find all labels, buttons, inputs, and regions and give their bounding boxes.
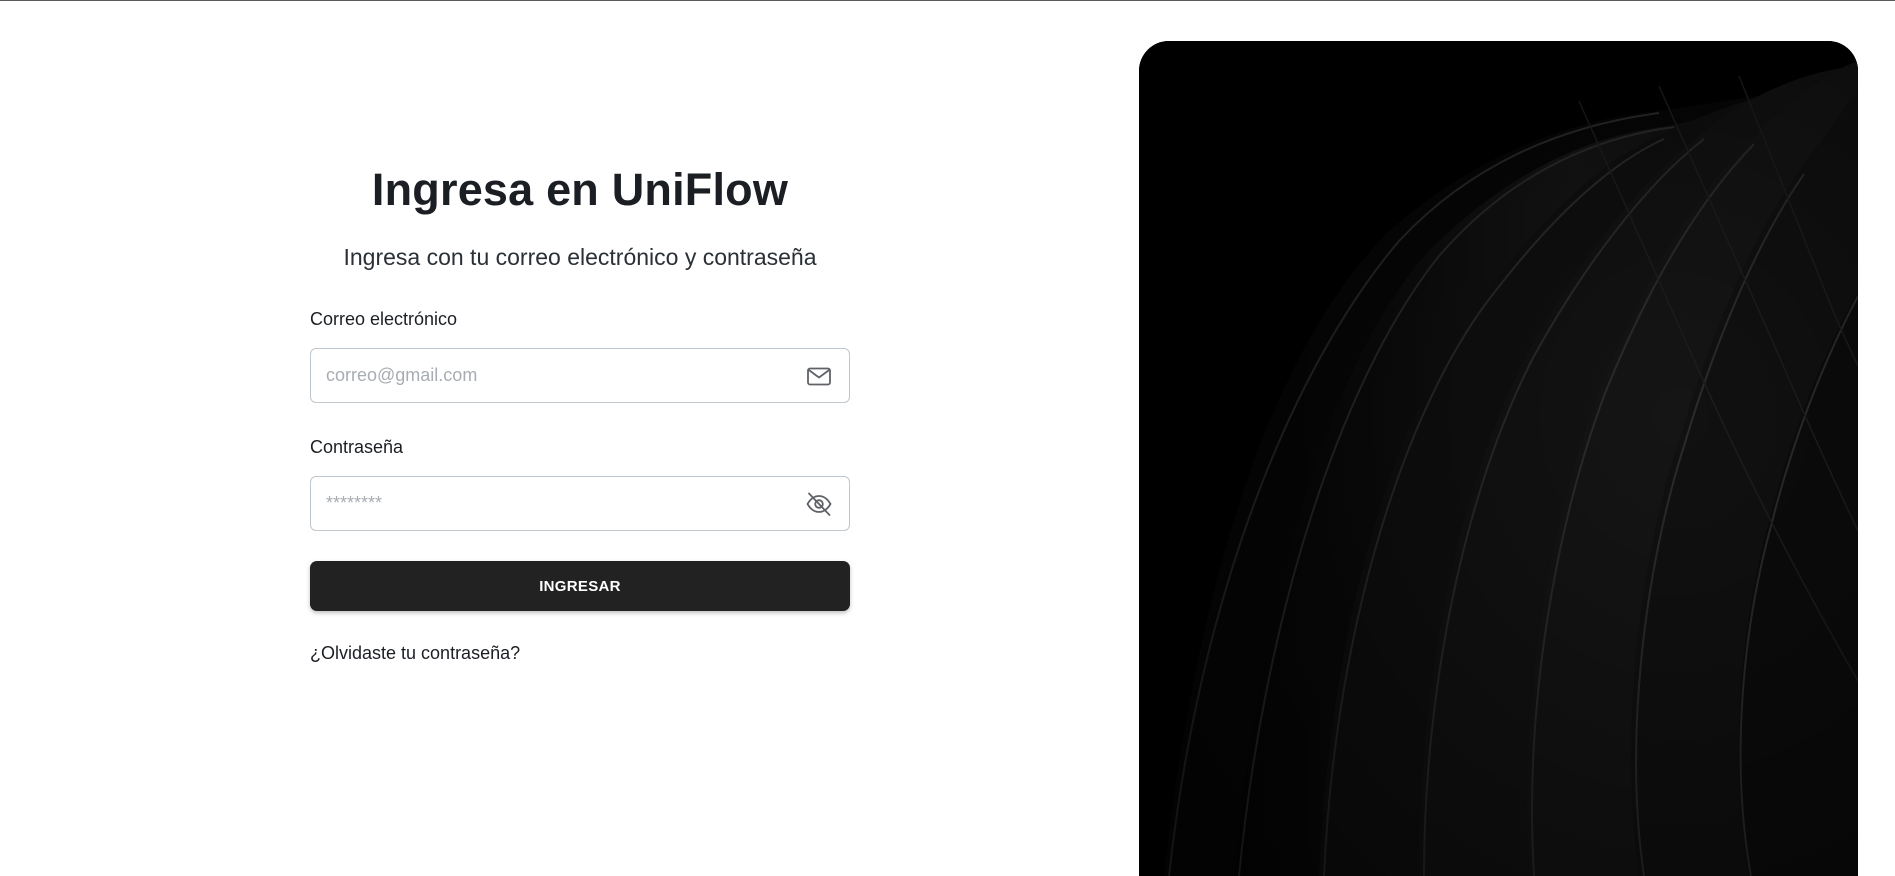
page-subtitle: Ingresa con tu correo electrónico y cont… — [343, 244, 817, 270]
hero-image — [1139, 41, 1858, 876]
top-divider — [0, 0, 1895, 1]
abstract-waves-graphic — [1139, 41, 1858, 876]
page-title: Ingresa en UniFlow — [371, 164, 789, 215]
password-label: Contraseña — [310, 437, 404, 457]
submit-button[interactable]: INGRESAR — [310, 561, 850, 611]
email-input[interactable] — [311, 349, 771, 402]
login-form: Ingresa en UniFlow Ingresa con tu correo… — [310, 160, 850, 664]
email-field[interactable] — [310, 348, 850, 403]
email-label: Correo electrónico — [310, 309, 458, 329]
eye-off-icon[interactable] — [805, 490, 833, 518]
forgot-password-link[interactable]: ¿Olvidaste tu contraseña? — [310, 643, 520, 664]
password-input[interactable] — [311, 477, 771, 530]
password-field[interactable] — [310, 476, 850, 531]
mail-icon — [807, 367, 831, 386]
